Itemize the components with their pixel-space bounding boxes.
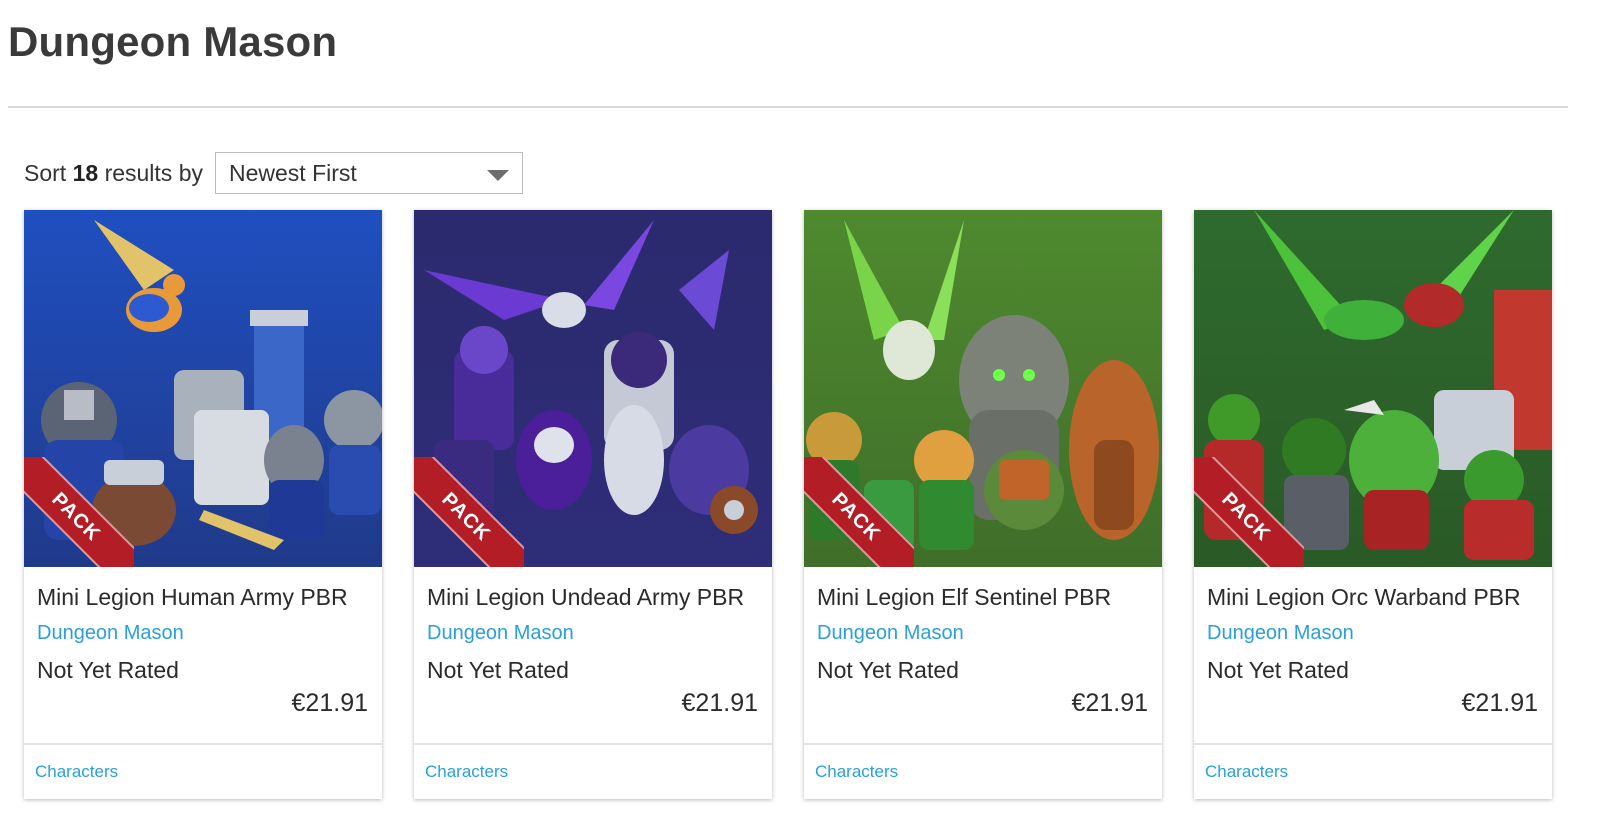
sort-prefix: Sort xyxy=(24,159,67,186)
card-footer: Characters xyxy=(804,743,1162,799)
product-title[interactable]: Mini Legion Elf Sentinel PBR xyxy=(817,581,1149,613)
product-title[interactable]: Mini Legion Undead Army PBR xyxy=(427,581,759,613)
title-divider xyxy=(8,106,1568,108)
price: €21.91 xyxy=(291,689,368,717)
product-card[interactable]: PACK Mini Legion Elf Sentinel PBR Dungeo… xyxy=(804,210,1162,799)
pack-ribbon: PACK xyxy=(414,457,524,567)
product-thumbnail[interactable]: PACK xyxy=(804,210,1162,567)
pack-ribbon: PACK xyxy=(1194,457,1304,567)
category-link[interactable]: Characters xyxy=(1205,762,1288,782)
product-thumbnail[interactable]: PACK xyxy=(1194,210,1552,567)
sort-bar: Sort 18 results by Newest First xyxy=(24,152,523,194)
category-link[interactable]: Characters xyxy=(815,762,898,782)
card-footer: Characters xyxy=(24,743,382,799)
product-card[interactable]: PACK Mini Legion Human Army PBR Dungeon … xyxy=(24,210,382,799)
publisher-link[interactable]: Dungeon Mason xyxy=(427,619,574,647)
pack-ribbon: PACK xyxy=(24,457,134,567)
card-body: Mini Legion Human Army PBR Dungeon Mason… xyxy=(24,567,382,743)
card-body: Mini Legion Orc Warband PBR Dungeon Maso… xyxy=(1194,567,1552,743)
category-link[interactable]: Characters xyxy=(425,762,508,782)
product-title[interactable]: Mini Legion Orc Warband PBR xyxy=(1207,581,1539,613)
page: Dungeon Mason Sort 18 results by Newest … xyxy=(0,0,1600,836)
pack-label: PACK xyxy=(414,457,524,567)
publisher-link[interactable]: Dungeon Mason xyxy=(37,619,184,647)
product-thumbnail[interactable]: PACK xyxy=(24,210,382,567)
card-body: Mini Legion Elf Sentinel PBR Dungeon Mas… xyxy=(804,567,1162,743)
product-grid: PACK Mini Legion Human Army PBR Dungeon … xyxy=(24,210,1552,799)
pack-label: PACK xyxy=(804,457,914,567)
category-link[interactable]: Characters xyxy=(35,762,118,782)
card-footer: Characters xyxy=(414,743,772,799)
sort-dropdown[interactable]: Newest First xyxy=(215,152,523,194)
card-body: Mini Legion Undead Army PBR Dungeon Maso… xyxy=(414,567,772,743)
pack-label: PACK xyxy=(1194,457,1304,567)
result-count: 18 xyxy=(72,159,99,186)
price: €21.91 xyxy=(1461,689,1538,717)
sort-suffix: results by xyxy=(104,159,203,186)
chevron-down-icon xyxy=(487,170,509,181)
page-title: Dungeon Mason xyxy=(8,18,338,65)
pack-ribbon: PACK xyxy=(804,457,914,567)
card-footer: Characters xyxy=(1194,743,1552,799)
sort-selected-value: Newest First xyxy=(229,159,357,186)
publisher-link[interactable]: Dungeon Mason xyxy=(817,619,964,647)
product-thumbnail[interactable]: PACK xyxy=(414,210,772,567)
rating-text: Not Yet Rated xyxy=(817,657,959,683)
price: €21.91 xyxy=(1071,689,1148,717)
price: €21.91 xyxy=(681,689,758,717)
sort-label: Sort 18 results by xyxy=(24,160,203,187)
product-card[interactable]: PACK Mini Legion Orc Warband PBR Dungeon… xyxy=(1194,210,1552,799)
pack-label: PACK xyxy=(24,457,134,567)
product-title[interactable]: Mini Legion Human Army PBR xyxy=(37,581,369,613)
rating-text: Not Yet Rated xyxy=(1207,657,1349,683)
product-card[interactable]: PACK Mini Legion Undead Army PBR Dungeon… xyxy=(414,210,772,799)
rating-text: Not Yet Rated xyxy=(37,657,179,683)
rating-text: Not Yet Rated xyxy=(427,657,569,683)
publisher-link[interactable]: Dungeon Mason xyxy=(1207,619,1354,647)
